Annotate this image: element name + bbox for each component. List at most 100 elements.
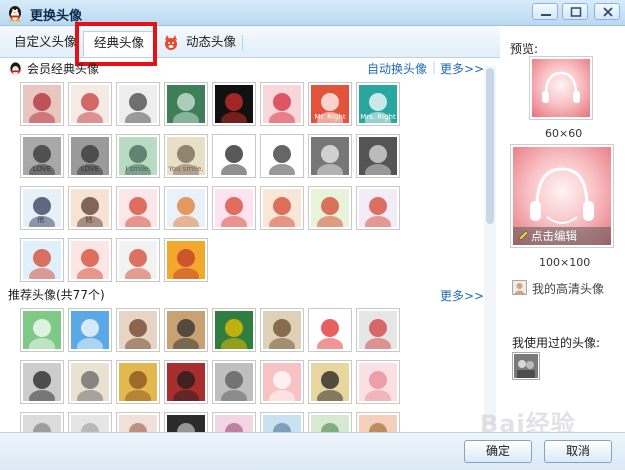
avatar-tile-love-shadow[interactable]: LOVE xyxy=(20,134,64,178)
avatar-tile-girl-green-hair[interactable] xyxy=(164,82,208,126)
maximize-button[interactable] xyxy=(562,3,588,20)
avatar-tile-red-lips[interactable] xyxy=(260,82,304,126)
avatar-tile-fox-1[interactable] xyxy=(116,186,160,230)
avatar-tile-coffee-swirl[interactable] xyxy=(260,308,304,352)
maximize-icon xyxy=(570,7,582,17)
avatar-tile-girl-bow[interactable] xyxy=(68,82,112,126)
avatar-tile-feather-bw[interactable] xyxy=(20,360,64,404)
headphone-face-image xyxy=(542,71,580,103)
avatar-tile-opera-mask[interactable] xyxy=(164,308,208,352)
avatar-tile-penguins[interactable] xyxy=(308,360,352,404)
avatar-tile-cartoon-girl-2[interactable] xyxy=(260,134,304,178)
avatar-tile-cake[interactable] xyxy=(116,360,160,404)
ok-button[interactable]: 确定 xyxy=(464,440,532,463)
avatar-tile-egg-mr-right[interactable]: Mr. Right xyxy=(308,82,352,126)
avatar-image xyxy=(167,311,205,349)
avatar-tile-pink-frame[interactable] xyxy=(356,360,400,404)
avatar-image xyxy=(263,189,301,227)
used-avatars-label: 我使用过的头像: xyxy=(512,336,601,350)
avatar-tile-cartoon-girl[interactable] xyxy=(212,134,256,178)
avatar-tile-fox-2[interactable] xyxy=(164,186,208,230)
preview-small-size: 60×60 xyxy=(545,127,583,140)
fox-icon xyxy=(165,35,177,50)
avatar-caption: I smile. xyxy=(125,165,151,173)
avatar-image xyxy=(119,189,157,227)
avatar-tile-girl-hands[interactable] xyxy=(116,82,160,126)
qq-penguin-icon xyxy=(9,6,21,22)
avatar-tile-fox-8[interactable] xyxy=(68,238,112,282)
avatar-tile-couple-bw[interactable] xyxy=(308,134,352,178)
avatar-tile-fox-9[interactable] xyxy=(116,238,160,282)
avatar-caption: 他. xyxy=(37,216,47,224)
recommended-more-link[interactable]: 更多>> xyxy=(440,287,484,304)
avatar-tile-red-robot[interactable] xyxy=(308,308,352,352)
recommended-section-header: 推荐头像(共77个) xyxy=(8,286,478,304)
avatar-image xyxy=(215,311,253,349)
minimize-button[interactable] xyxy=(532,3,558,20)
avatar-tile-fox-3[interactable] xyxy=(212,186,256,230)
avatar-tile-green-head[interactable] xyxy=(20,308,64,352)
avatar-image: 他. xyxy=(23,189,61,227)
avatar-tile-red-lips-face[interactable] xyxy=(212,82,256,126)
avatar-tile-i-smile[interactable]: I smile. xyxy=(116,134,160,178)
avatar-tile-lips[interactable] xyxy=(20,82,64,126)
avatar-tile-pencils[interactable] xyxy=(356,308,400,352)
avatar-image xyxy=(215,85,253,123)
avatar-tile-fox-4[interactable] xyxy=(260,186,304,230)
avatar-image xyxy=(263,137,301,175)
avatar-image: LOVE xyxy=(71,137,109,175)
avatar-tile-hand-bw[interactable] xyxy=(356,134,400,178)
avatar-image xyxy=(359,137,397,175)
avatar-caption: LOVE xyxy=(80,165,100,173)
avatar-image xyxy=(119,85,157,123)
avatar-tile-egg-mrs-right[interactable]: Mrs. Right xyxy=(356,82,400,126)
avatar-caption: You smile. xyxy=(168,165,204,173)
avatar-tile-blue-smile[interactable] xyxy=(68,308,112,352)
avatar-tile-coffee-cup[interactable] xyxy=(116,308,160,352)
avatar-image xyxy=(263,363,301,401)
classic-more-link[interactable]: 更多>> xyxy=(440,60,484,77)
avatar-tile-fox-6[interactable] xyxy=(356,186,400,230)
avatar-image xyxy=(359,363,397,401)
avatar-image xyxy=(263,311,301,349)
avatar-tile-hummingbird[interactable] xyxy=(212,360,256,404)
avatar-list-scrollbar[interactable] xyxy=(484,66,496,426)
close-icon xyxy=(603,7,613,17)
tab-label: 自定义头像 xyxy=(14,34,77,49)
avatar-tile-you-smile[interactable]: You smile. xyxy=(164,134,208,178)
used-avatar-image xyxy=(514,354,538,378)
close-button[interactable] xyxy=(594,3,620,20)
avatar-tile-ta-he[interactable]: 他. xyxy=(20,186,64,230)
minimize-icon xyxy=(541,14,551,16)
avatar-tile-pink-head[interactable] xyxy=(260,360,304,404)
avatar-tile-opera-face[interactable] xyxy=(164,360,208,404)
cancel-button[interactable]: 取消 xyxy=(544,440,612,463)
avatar-image xyxy=(167,241,205,279)
avatar-tile-fox-10[interactable] xyxy=(164,238,208,282)
click-to-edit-bar[interactable]: 点击编辑 xyxy=(513,227,611,245)
avatar-image xyxy=(215,363,253,401)
avatar-tile-notes[interactable] xyxy=(68,360,112,404)
avatar-tile-penguin[interactable] xyxy=(212,308,256,352)
avatar-image: I smile. xyxy=(119,137,157,175)
avatar-image xyxy=(215,189,253,227)
tab-custom-avatar[interactable]: 自定义头像 xyxy=(10,31,81,57)
used-avatar-thumb[interactable] xyxy=(512,352,540,380)
avatar-image xyxy=(311,189,349,227)
avatar-image xyxy=(311,311,349,349)
avatar-tile-fox-5[interactable] xyxy=(308,186,352,230)
avatar-caption: Mr. Right xyxy=(314,113,346,121)
avatar-tile-love-shadow-2[interactable]: LOVE xyxy=(68,134,112,178)
avatar-tile-ta-she[interactable]: 她. xyxy=(68,186,112,230)
qq-penguin-icon xyxy=(10,62,21,75)
preview-large[interactable]: 点击编辑 xyxy=(510,144,614,248)
preview-small-image xyxy=(532,59,590,117)
preview-large-size: 100×100 xyxy=(539,256,591,269)
tab-divider xyxy=(242,35,243,51)
scrollbar-thumb[interactable] xyxy=(486,68,494,224)
auto-change-avatar-link[interactable]: 自动换头像 xyxy=(367,60,427,77)
avatar-image: LOVE xyxy=(23,137,61,175)
link-divider: | xyxy=(432,60,437,74)
avatar-tile-fox-7[interactable] xyxy=(20,238,64,282)
tab-animated-avatar[interactable]: 动态头像 xyxy=(160,31,240,57)
